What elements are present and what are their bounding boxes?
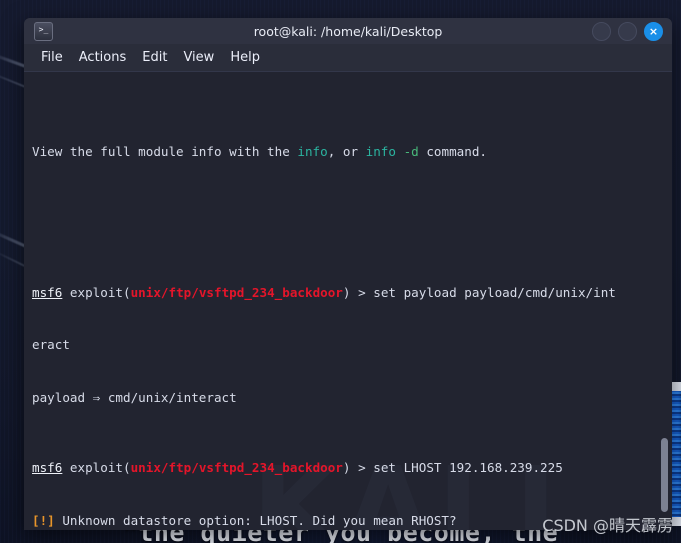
warning-text: Unknown datastore option: LHOST. Did you… <box>54 513 457 529</box>
exploit-close: ) > <box>342 460 374 476</box>
scrollbar-thumb[interactable] <box>661 438 668 512</box>
text-segment <box>396 144 404 159</box>
output-text: payload ⇒ cmd/unix/interact <box>32 390 237 406</box>
terminal-window: >_ root@kali: /home/kali/Desktop × File … <box>24 18 672 530</box>
module-name: unix/ftp/vsftpd_234_backdoor <box>130 460 343 476</box>
keyword-info: info <box>365 143 396 159</box>
text-segment: command. <box>418 143 487 159</box>
command-wrap-text: eract <box>32 337 70 353</box>
terminal-line-warning: [!] Unknown datastore option: LHOST. Did… <box>32 512 672 530</box>
text-segment: View the full module info with the <box>32 143 298 159</box>
terminal-body[interactable]: KALI View the full module info with the … <box>24 72 672 530</box>
exploit-open: exploit( <box>62 284 131 300</box>
msf-prompt: msf6 <box>32 460 63 476</box>
terminal-output: View the full module info with the info,… <box>24 72 672 530</box>
command-text: set payload payload/cmd/unix/int <box>373 284 616 300</box>
window-controls: × <box>592 21 666 41</box>
menu-bar: File Actions Edit View Help <box>24 44 672 72</box>
terminal-scrollbar[interactable] <box>659 72 670 530</box>
terminal-prompt-glyph: >_ <box>38 25 49 34</box>
menu-item-help[interactable]: Help <box>230 50 260 65</box>
exploit-open: exploit( <box>62 460 131 476</box>
terminal-line-cmd-set-lhost: msf6 exploit(unix/ftp/vsftpd_234_backdoo… <box>32 459 672 477</box>
command-text: set LHOST 192.168.239.225 <box>373 460 563 476</box>
warning-badge: [!] <box>32 513 55 529</box>
exploit-close: ) > <box>342 284 374 300</box>
menu-item-view[interactable]: View <box>183 50 214 65</box>
minimize-button[interactable] <box>592 21 611 41</box>
keyword-info: info <box>297 143 328 159</box>
msf-prompt: msf6 <box>32 284 63 300</box>
terminal-line-cmd-wrap: eract <box>32 336 672 354</box>
menu-item-edit[interactable]: Edit <box>142 50 167 65</box>
flag-d: -d <box>403 143 419 159</box>
terminal-line-payload-result: payload ⇒ cmd/unix/interact <box>32 389 672 407</box>
terminal-icon: >_ <box>34 21 53 41</box>
module-name: unix/ftp/vsftpd_234_backdoor <box>130 284 343 300</box>
window-title: root@kali: /home/kali/Desktop <box>253 23 443 39</box>
text-segment: , or <box>327 143 366 159</box>
terminal-line-cmd-set-payload: msf6 exploit(unix/ftp/vsftpd_234_backdoo… <box>32 284 672 302</box>
maximize-button[interactable] <box>618 21 637 41</box>
terminal-line-module-info: View the full module info with the info,… <box>32 143 672 161</box>
menu-item-file[interactable]: File <box>41 50 63 65</box>
window-titlebar[interactable]: >_ root@kali: /home/kali/Desktop × <box>24 18 672 44</box>
menu-item-actions[interactable]: Actions <box>79 50 127 65</box>
close-button[interactable]: × <box>644 21 663 41</box>
